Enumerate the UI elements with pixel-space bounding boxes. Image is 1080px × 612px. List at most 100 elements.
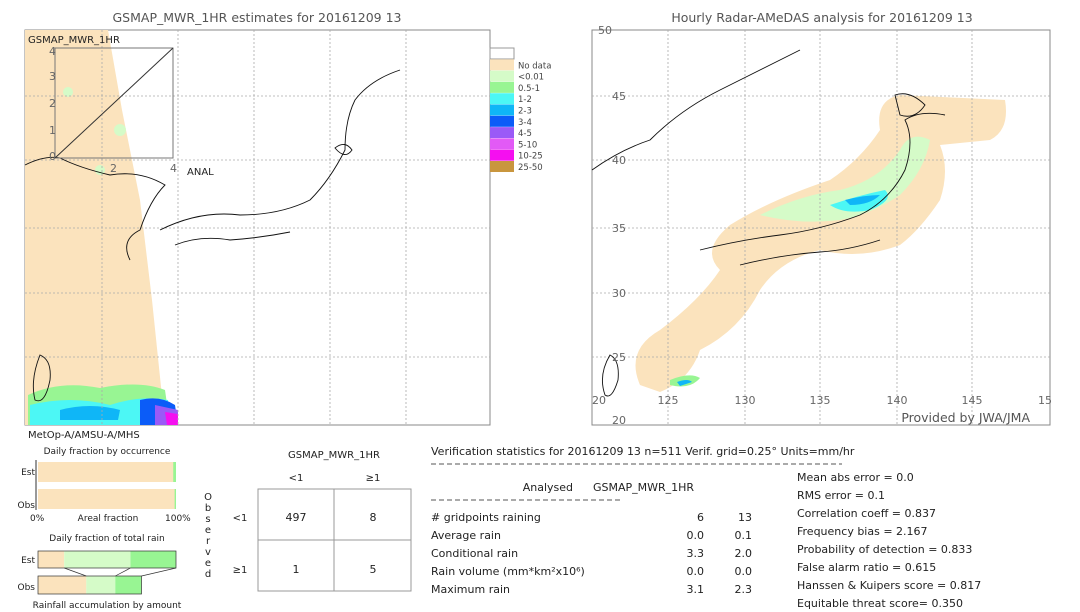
- est-label: Est: [21, 468, 35, 478]
- row-label: ≥1: [233, 565, 248, 576]
- col-label: <1: [289, 473, 304, 484]
- verification-stats: Verification statistics for 20161209 13 …: [431, 445, 981, 610]
- axis-left-label: 0%: [30, 514, 45, 524]
- occurrence-est-bar: [38, 462, 176, 482]
- col-analysed: Analysed: [523, 481, 573, 494]
- observed-label: Observed: [204, 492, 212, 580]
- left-map: 4 3 2 1 0 2 4 GSMAP_MWR_1HR ANAL: [24, 29, 491, 426]
- inset-tick: 1: [49, 124, 56, 137]
- credit-label: Provided by JWA/JMA: [901, 410, 1030, 425]
- legend-swatch: [490, 115, 514, 127]
- total-rain-obs-bar: [37, 575, 142, 595]
- rain-segment: [86, 576, 116, 594]
- cell-hits: 5: [370, 563, 377, 576]
- cell-false-alarms: 8: [370, 511, 377, 524]
- rain-segment: [38, 551, 65, 568]
- rain-segment: [130, 551, 176, 568]
- lon-tick: 140: [887, 394, 908, 407]
- row-label: <1: [233, 513, 248, 524]
- connector-lines: [64, 567, 177, 577]
- occurrence-obs-bar: [38, 489, 176, 509]
- lon-tick: 130: [735, 394, 756, 407]
- occurrence-title: Daily fraction by occurrence: [44, 447, 171, 457]
- right-map-title: Hourly Radar-AMeDAS analysis for 2016120…: [671, 10, 972, 25]
- observed-letter: d: [205, 569, 211, 580]
- score-item: Probability of detection = 0.833: [797, 543, 972, 556]
- score-item: Correlation coeff = 0.837: [797, 507, 936, 520]
- score-item: Hanssen & Kuipers score = 0.817: [797, 579, 981, 592]
- inset-tick: 4: [49, 45, 56, 58]
- legend-swatch: [490, 127, 514, 139]
- occurrence-obs-rain: [174, 489, 176, 509]
- legend-swatch: [490, 149, 514, 161]
- stat-label: Average rain: [431, 529, 501, 542]
- legend-label: 0.5-1: [518, 84, 540, 94]
- lon-tick: 145: [962, 394, 983, 407]
- stat-analysed: 0.0: [687, 565, 705, 578]
- legend-swatch: [489, 47, 515, 60]
- inset-tick: 0: [49, 150, 56, 163]
- stat-gsmap: 0.0: [735, 565, 753, 578]
- legend-label: 4-5: [518, 129, 532, 139]
- legend-label: 10-25: [518, 152, 543, 162]
- stat-analysed: 3.1: [687, 583, 705, 596]
- legend-label: <0.01: [518, 73, 544, 83]
- axis-mid-label: Areal fraction: [78, 514, 139, 524]
- obs-label: Obs: [18, 501, 36, 511]
- lat-tick: 25: [612, 351, 626, 364]
- stat-label: Maximum rain: [431, 583, 510, 596]
- score-item: Equitable threat score= 0.350: [797, 597, 963, 610]
- observed-letter: e: [205, 558, 211, 569]
- legend-swatch: [490, 104, 514, 116]
- legend-swatch: [490, 93, 514, 105]
- stat-analysed: 3.3: [687, 547, 705, 560]
- lat-tick: 20: [612, 414, 626, 427]
- total-rain-est-bar: [37, 550, 177, 569]
- stat-analysed: 6: [697, 511, 704, 524]
- inset-tick: 2: [110, 162, 117, 175]
- contingency-table: GSMAP_MWR_1HR <1 ≥1 <1 ≥1 Observed 497 8…: [204, 450, 412, 592]
- right-map: 50 45 40 35 30 25 20 20 125 130 135 140 …: [591, 24, 1052, 427]
- observed-letter: r: [206, 536, 211, 547]
- fraction-panel: Daily fraction by occurrence Est Obs 0% …: [18, 447, 192, 611]
- est-label: Est: [21, 556, 35, 566]
- legend-swatch: [490, 70, 514, 82]
- occurrence-est-rain: [173, 462, 176, 482]
- score-item: False alarm ratio = 0.615: [797, 561, 936, 574]
- lat-tick: 40: [612, 154, 626, 167]
- anal-label: ANAL: [187, 167, 214, 178]
- lat-tick: 35: [612, 222, 626, 235]
- lon-tick: 15: [1038, 394, 1052, 407]
- verification-figure: GSMAP_MWR_1HR estimates for 20161209 13 …: [18, 10, 1053, 611]
- score-item: Frequency bias = 2.167: [797, 525, 928, 538]
- stats-header: Verification statistics for 20161209 13 …: [431, 445, 855, 458]
- lat-tick: 45: [612, 90, 626, 103]
- rain-segment: [38, 576, 87, 594]
- legend-label: 3-4: [518, 118, 532, 128]
- cell-hits-none: 497: [286, 511, 307, 524]
- legend-label: No data: [518, 61, 551, 71]
- stat-label: Rain volume (mm*km²x10⁶): [431, 565, 585, 578]
- stat-analysed: 0.0: [687, 529, 705, 542]
- stat-gsmap: 2.3: [735, 583, 753, 596]
- observed-letter: v: [205, 547, 211, 558]
- accumulation-footer: Rainfall accumulation by amount: [33, 601, 182, 611]
- score-item: RMS error = 0.1: [797, 489, 885, 502]
- observed-letter: e: [205, 525, 211, 536]
- sensor-label: MetOp-A/AMSU-A/MHS: [28, 430, 140, 441]
- legend-label: 5-10: [518, 140, 537, 150]
- rain-segment: [115, 576, 142, 594]
- cell-misses: 1: [293, 563, 300, 576]
- col-gsmap: GSMAP_MWR_1HR: [593, 481, 694, 494]
- inset-tick: 2: [49, 97, 56, 110]
- observed-letter: O: [204, 492, 212, 503]
- col-label: ≥1: [366, 473, 381, 484]
- stat-gsmap: 0.1: [735, 529, 753, 542]
- stat-gsmap: 2.0: [735, 547, 753, 560]
- stat-label: # gridpoints raining: [431, 511, 541, 524]
- legend-swatch: [490, 138, 514, 150]
- left-map-title: GSMAP_MWR_1HR estimates for 20161209 13: [113, 10, 402, 25]
- score-item: Mean abs error = 0.0: [797, 471, 914, 484]
- legend-label: 25-50: [518, 163, 543, 173]
- inset-tick: 3: [49, 70, 56, 83]
